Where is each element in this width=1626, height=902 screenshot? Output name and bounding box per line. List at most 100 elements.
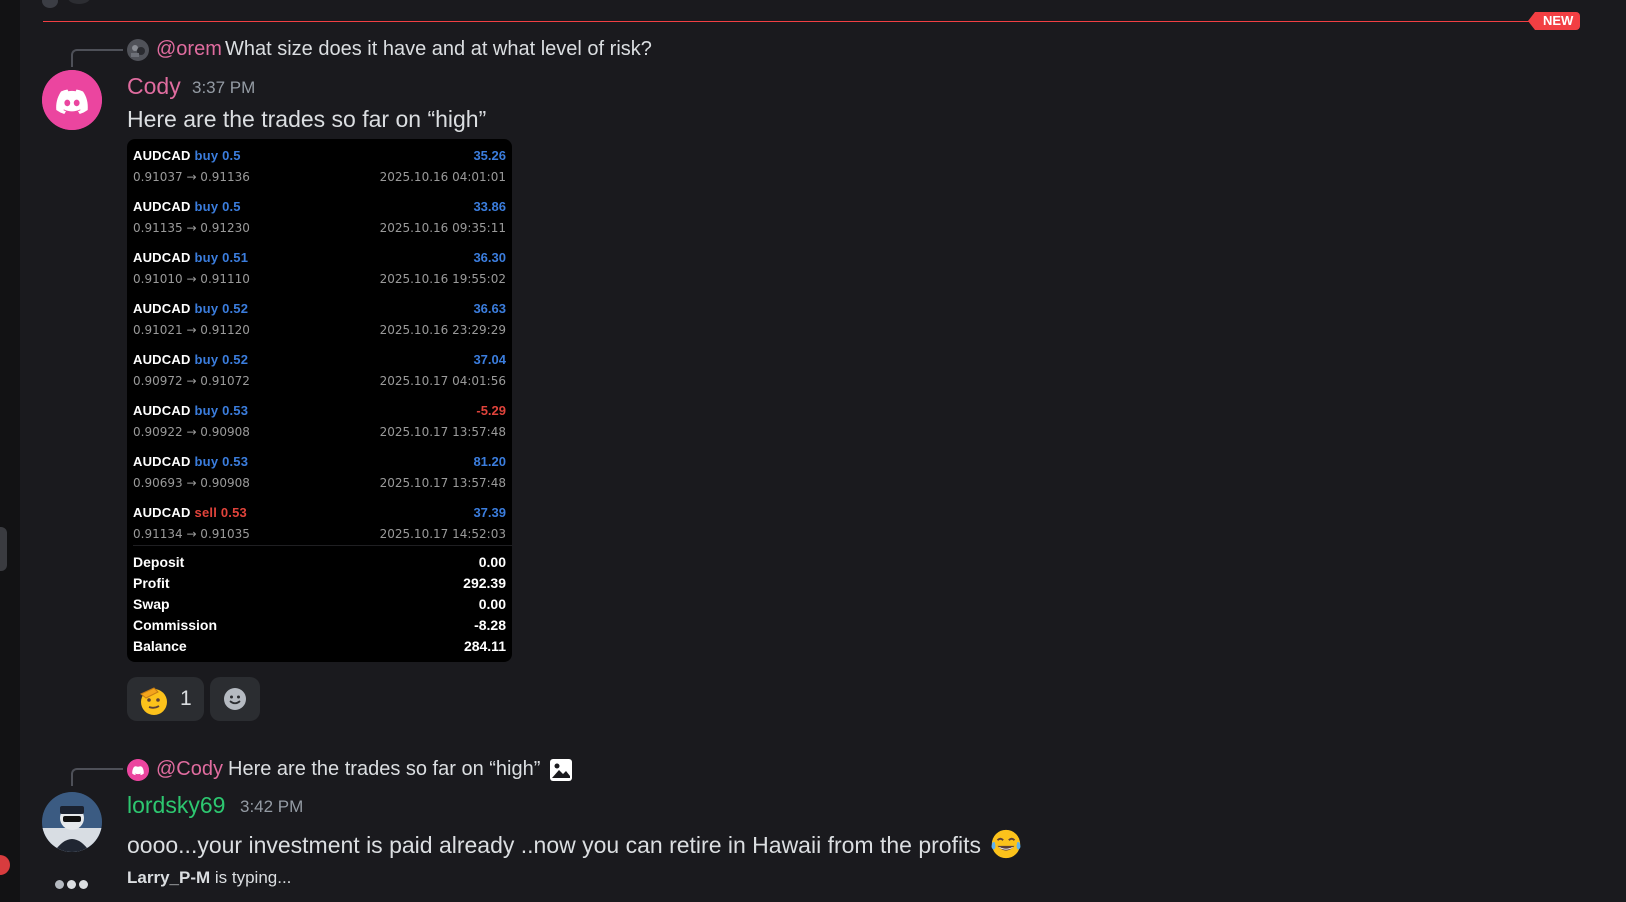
summary-row: Balance 284.11 [133, 638, 506, 659]
saluting-face-icon [140, 687, 167, 715]
trade-direction: buy [194, 454, 219, 469]
reply-connector [71, 49, 123, 67]
trade-prices: 0.91135 → 0.91230 [133, 221, 250, 235]
message-text: oooo...your investment is paid already .… [127, 827, 1023, 861]
discord-logo-icon [127, 759, 149, 781]
summary-label: Swap [133, 596, 170, 612]
summary-label: Balance [133, 638, 187, 654]
reply-connector [71, 768, 123, 786]
trade-profit: 37.39 [473, 505, 506, 520]
trade-prices: 0.90693 → 0.90908 [133, 476, 250, 490]
trade-direction: sell [194, 505, 218, 520]
summary-label: Deposit [133, 554, 185, 570]
trade-time: 2025.10.16 23:29:29 [379, 323, 506, 337]
trade-prices: 0.91037 → 0.91136 [133, 170, 250, 184]
message-timestamp[interactable]: 3:42 PM [240, 796, 303, 818]
trade-direction: buy [194, 148, 219, 163]
summary-row: Profit 292.39 [133, 575, 506, 596]
trade-prices: 0.91021 → 0.91120 [133, 323, 250, 337]
trade-time: 2025.10.17 13:57:48 [379, 476, 506, 490]
trade-volume: 0.53 [220, 505, 247, 520]
lordsky69-avatar[interactable] [42, 792, 102, 852]
author-lordsky69[interactable]: lordsky69 [127, 791, 225, 819]
summary-row: Commission -8.28 [133, 617, 506, 638]
typing-indicator-icon [55, 876, 91, 894]
reply-preview-text[interactable]: Here are the trades so far on “high” [228, 757, 540, 781]
trade-symbol: AUDCAD [133, 148, 191, 163]
summary-row: Swap 0.00 [133, 596, 506, 617]
trade-row: AUDCAD buy 0.51 0.91010 → 0.91110 36.30 2… [133, 245, 506, 296]
trade-direction: buy [194, 250, 219, 265]
new-messages-badge: NEW [1527, 12, 1581, 30]
trade-direction: buy [194, 301, 219, 316]
typing-suffix: is typing... [214, 868, 292, 887]
trade-row: AUDCAD buy 0.52 0.90972 → 0.91072 37.04 2… [133, 347, 506, 398]
reply-preview-text[interactable]: What size does it have and at what level… [225, 37, 652, 61]
trade-symbol: AUDCAD [133, 301, 191, 316]
summary-label: Profit [133, 575, 170, 591]
trade-row: AUDCAD sell 0.53 0.91134 → 0.91035 37.39 … [133, 500, 506, 551]
tears-of-joy-icon [991, 829, 1021, 859]
trade-row: AUDCAD buy 0.52 0.91021 → 0.91120 36.63 2… [133, 296, 506, 347]
summary-row: Deposit 0.00 [133, 554, 506, 575]
trade-symbol: AUDCAD [133, 352, 191, 367]
trade-time: 2025.10.16 19:55:02 [379, 272, 506, 286]
trade-time: 2025.10.16 09:35:11 [379, 221, 506, 235]
trade-row: AUDCAD buy 0.5 0.91037 → 0.91136 35.26 20… [133, 143, 506, 194]
message-text: Here are the trades so far on “high” [127, 106, 487, 132]
trade-direction: buy [194, 403, 219, 418]
trade-history-image[interactable]: AUDCAD buy 0.5 0.91037 → 0.91136 35.26 20… [127, 139, 512, 662]
trade-row: AUDCAD buy 0.53 0.90922 → 0.90908 -5.29 2… [133, 398, 506, 449]
trade-prices: 0.91134 → 0.91035 [133, 527, 250, 541]
trade-time: 2025.10.17 04:01:56 [379, 374, 506, 388]
reply-mention-cody[interactable]: @Cody [156, 757, 223, 781]
summary-value: 284.11 [463, 638, 506, 654]
trade-profit: 35.26 [473, 148, 506, 163]
trade-direction: buy [194, 199, 219, 214]
trade-prices: 0.90972 → 0.91072 [133, 374, 250, 388]
trade-profit: -5.29 [476, 403, 506, 418]
typing-indicator: Larry_P-M is typing... [127, 868, 291, 888]
cody-mini-avatar[interactable] [127, 759, 149, 781]
trade-profit: 37.04 [473, 352, 506, 367]
trade-symbol: AUDCAD [133, 505, 191, 520]
trade-time: 2025.10.17 13:57:48 [379, 425, 506, 439]
trade-symbol: AUDCAD [133, 250, 191, 265]
trade-volume: 0.53 [222, 454, 249, 469]
trade-symbol: AUDCAD [133, 454, 191, 469]
trade-profit: 36.30 [473, 250, 506, 265]
author-cody[interactable]: Cody [127, 72, 181, 100]
trade-volume: 0.5 [222, 199, 241, 214]
reply-mention-orem[interactable]: @orem [156, 37, 222, 61]
image-icon [550, 759, 572, 781]
trade-volume: 0.53 [222, 403, 249, 418]
trade-symbol: AUDCAD [133, 199, 191, 214]
trade-profit: 36.63 [473, 301, 506, 316]
summary-label: Commission [133, 617, 218, 633]
left-scroll-pill[interactable] [0, 527, 7, 571]
trade-direction: buy [194, 352, 219, 367]
user-avatar-image [42, 792, 102, 852]
trade-volume: 0.52 [222, 301, 249, 316]
summary-value: 0.00 [478, 554, 506, 570]
orem-mini-avatar[interactable] [127, 39, 149, 61]
typing-user: Larry_P-M [127, 868, 211, 887]
trade-symbol: AUDCAD [133, 403, 191, 418]
trade-profit: 33.86 [473, 199, 506, 214]
summary-value: 0.00 [478, 596, 506, 612]
reaction-saluting-face[interactable]: 1 [127, 677, 204, 721]
trade-profit: 81.20 [473, 454, 506, 469]
message-timestamp[interactable]: 3:37 PM [192, 77, 255, 99]
previous-avatar-fragment [42, 0, 58, 8]
add-reaction-icon [224, 688, 246, 710]
cody-avatar[interactable] [42, 70, 102, 130]
new-messages-divider [43, 21, 1538, 22]
summary-value: 292.39 [463, 575, 506, 591]
summary-divider [133, 545, 512, 546]
previous-message-fragment [68, 0, 90, 4]
summary-value: -8.28 [474, 617, 506, 633]
add-reaction-button[interactable] [210, 677, 260, 721]
trade-time: 2025.10.17 14:52:03 [379, 527, 506, 541]
trade-volume: 0.51 [222, 250, 249, 265]
message-body: oooo...your investment is paid already .… [127, 832, 981, 858]
